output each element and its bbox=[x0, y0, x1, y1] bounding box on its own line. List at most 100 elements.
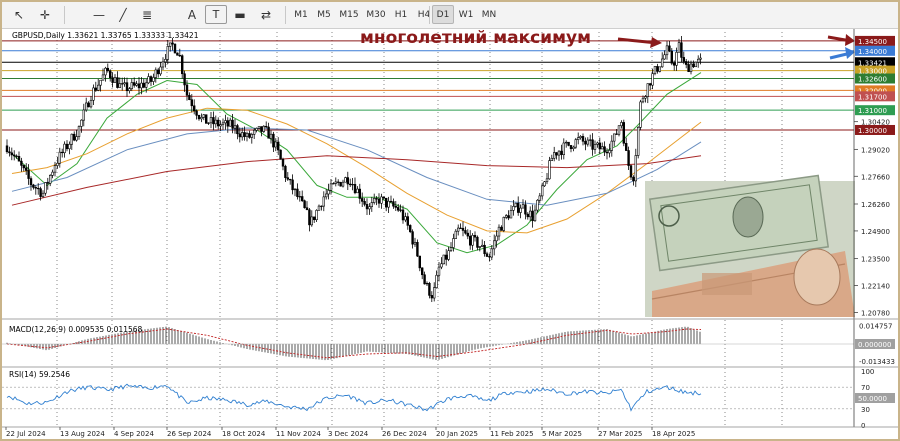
candle-body bbox=[478, 246, 481, 248]
candle-body bbox=[548, 160, 551, 180]
rectangle-icon[interactable]: ▬ bbox=[229, 5, 251, 24]
candle-body bbox=[579, 136, 582, 139]
candle-body bbox=[298, 196, 301, 198]
timeframe-m1[interactable]: M1 bbox=[290, 5, 312, 24]
candle-body bbox=[425, 282, 429, 285]
candle-body bbox=[689, 63, 693, 73]
candle-body bbox=[418, 255, 421, 269]
price-level-label: 1.34000 bbox=[858, 48, 887, 56]
text-tool-icon[interactable]: A bbox=[181, 5, 203, 24]
cursor-icon[interactable]: ↖ bbox=[8, 5, 30, 24]
candle-body bbox=[336, 181, 340, 183]
candle-body bbox=[648, 83, 652, 86]
price-level-label: 1.31000 bbox=[858, 107, 887, 115]
candle-body bbox=[214, 119, 217, 125]
candle-body bbox=[387, 200, 390, 208]
price-tick-label: 1.20780 bbox=[861, 309, 890, 317]
candle-body bbox=[109, 70, 112, 78]
candle-body bbox=[27, 170, 30, 179]
candle-body bbox=[588, 139, 592, 141]
candle-body bbox=[312, 216, 316, 221]
candle-body bbox=[569, 145, 573, 150]
shapes-menu-icon[interactable]: ⇄ bbox=[253, 5, 279, 24]
candle-body bbox=[440, 263, 443, 268]
candle-body bbox=[339, 181, 342, 187]
timeframe-w1[interactable]: W1 bbox=[455, 5, 477, 24]
rsi-panel: 100 70 30 0 50.0000 bbox=[2, 368, 895, 430]
candle-body bbox=[456, 227, 460, 232]
candle-body bbox=[617, 125, 621, 135]
candle-body bbox=[238, 133, 241, 138]
fibonacci-icon[interactable]: ≣ bbox=[136, 5, 158, 24]
candle-body bbox=[360, 198, 364, 202]
candle-body bbox=[536, 199, 539, 211]
candle-body bbox=[408, 225, 412, 232]
candle-body bbox=[428, 282, 431, 296]
indicator-labels: GBPUSD,Daily 1.33621 1.33765 1.33333 1.3… bbox=[9, 31, 199, 379]
horizontal-line-icon[interactable]: — bbox=[88, 5, 110, 24]
candle-body bbox=[483, 244, 486, 255]
trend-line-icon[interactable]: ╱ bbox=[112, 5, 134, 24]
pound-note-pattern-block bbox=[702, 273, 752, 295]
candle-body bbox=[264, 125, 268, 128]
timeframe-d1[interactable]: D1 bbox=[432, 5, 454, 24]
candle-body bbox=[123, 82, 126, 85]
candle-body bbox=[39, 188, 42, 197]
price-tick-label: 1.30420 bbox=[861, 119, 890, 127]
candle-body bbox=[231, 119, 234, 129]
candle-body bbox=[603, 146, 606, 153]
candle-body bbox=[416, 242, 419, 257]
candle-body bbox=[660, 58, 664, 68]
candle-body bbox=[677, 42, 681, 53]
text-label-icon[interactable]: T bbox=[205, 5, 227, 24]
candle-body bbox=[176, 52, 179, 56]
candle-body bbox=[656, 66, 659, 72]
candle-body bbox=[526, 213, 530, 218]
candle-body bbox=[372, 198, 376, 203]
candle-body bbox=[101, 74, 105, 81]
candle-body bbox=[22, 165, 25, 169]
candle-body bbox=[634, 155, 638, 182]
candle-body bbox=[154, 69, 157, 78]
candle-body bbox=[406, 216, 409, 226]
candle-body bbox=[269, 133, 273, 139]
crosshair-icon[interactable]: ✛ bbox=[34, 5, 56, 24]
candle-body bbox=[257, 126, 261, 129]
candle-body bbox=[94, 87, 98, 91]
candle-body bbox=[241, 132, 244, 138]
candle-body bbox=[169, 42, 172, 47]
candle-body bbox=[34, 187, 38, 189]
candle-body bbox=[296, 188, 299, 197]
date-axis: 22 Jul 2024 13 Aug 2024 4 Sep 2024 26 Sep 2… bbox=[5, 427, 695, 438]
candle-body bbox=[435, 274, 438, 288]
candle-body bbox=[404, 216, 407, 221]
candle-body bbox=[255, 128, 258, 131]
candle-body bbox=[140, 82, 143, 89]
timeframe-h1[interactable]: H1 bbox=[390, 5, 412, 24]
candle-body bbox=[516, 202, 520, 213]
candle-body bbox=[540, 185, 544, 197]
timeframe-mn[interactable]: MN bbox=[478, 5, 500, 24]
candle-body bbox=[509, 210, 513, 219]
candle-body bbox=[514, 202, 518, 207]
price-chart[interactable]: 1.345001.340001.334211.330001.326001.320… bbox=[2, 29, 898, 439]
candle-body bbox=[384, 197, 388, 208]
currency-photo bbox=[645, 174, 855, 317]
candle-body bbox=[308, 209, 311, 226]
candle-body bbox=[262, 125, 265, 132]
candle-body bbox=[461, 227, 465, 231]
candle-body bbox=[221, 122, 225, 125]
timeframe-m30[interactable]: M30 bbox=[363, 5, 389, 24]
timeframe-m5[interactable]: M5 bbox=[313, 5, 335, 24]
candle-body bbox=[324, 193, 328, 198]
candle-body bbox=[219, 124, 222, 127]
timeframe-m15[interactable]: M15 bbox=[336, 5, 362, 24]
candle-body bbox=[291, 179, 294, 191]
date-tick-label: 4 Sep 2024 bbox=[114, 430, 154, 438]
candle-body bbox=[80, 119, 83, 127]
candle-body bbox=[53, 165, 57, 173]
candle-body bbox=[608, 150, 611, 154]
candle-body bbox=[161, 61, 165, 68]
pound-portrait bbox=[793, 248, 841, 306]
candle-body bbox=[502, 216, 505, 231]
